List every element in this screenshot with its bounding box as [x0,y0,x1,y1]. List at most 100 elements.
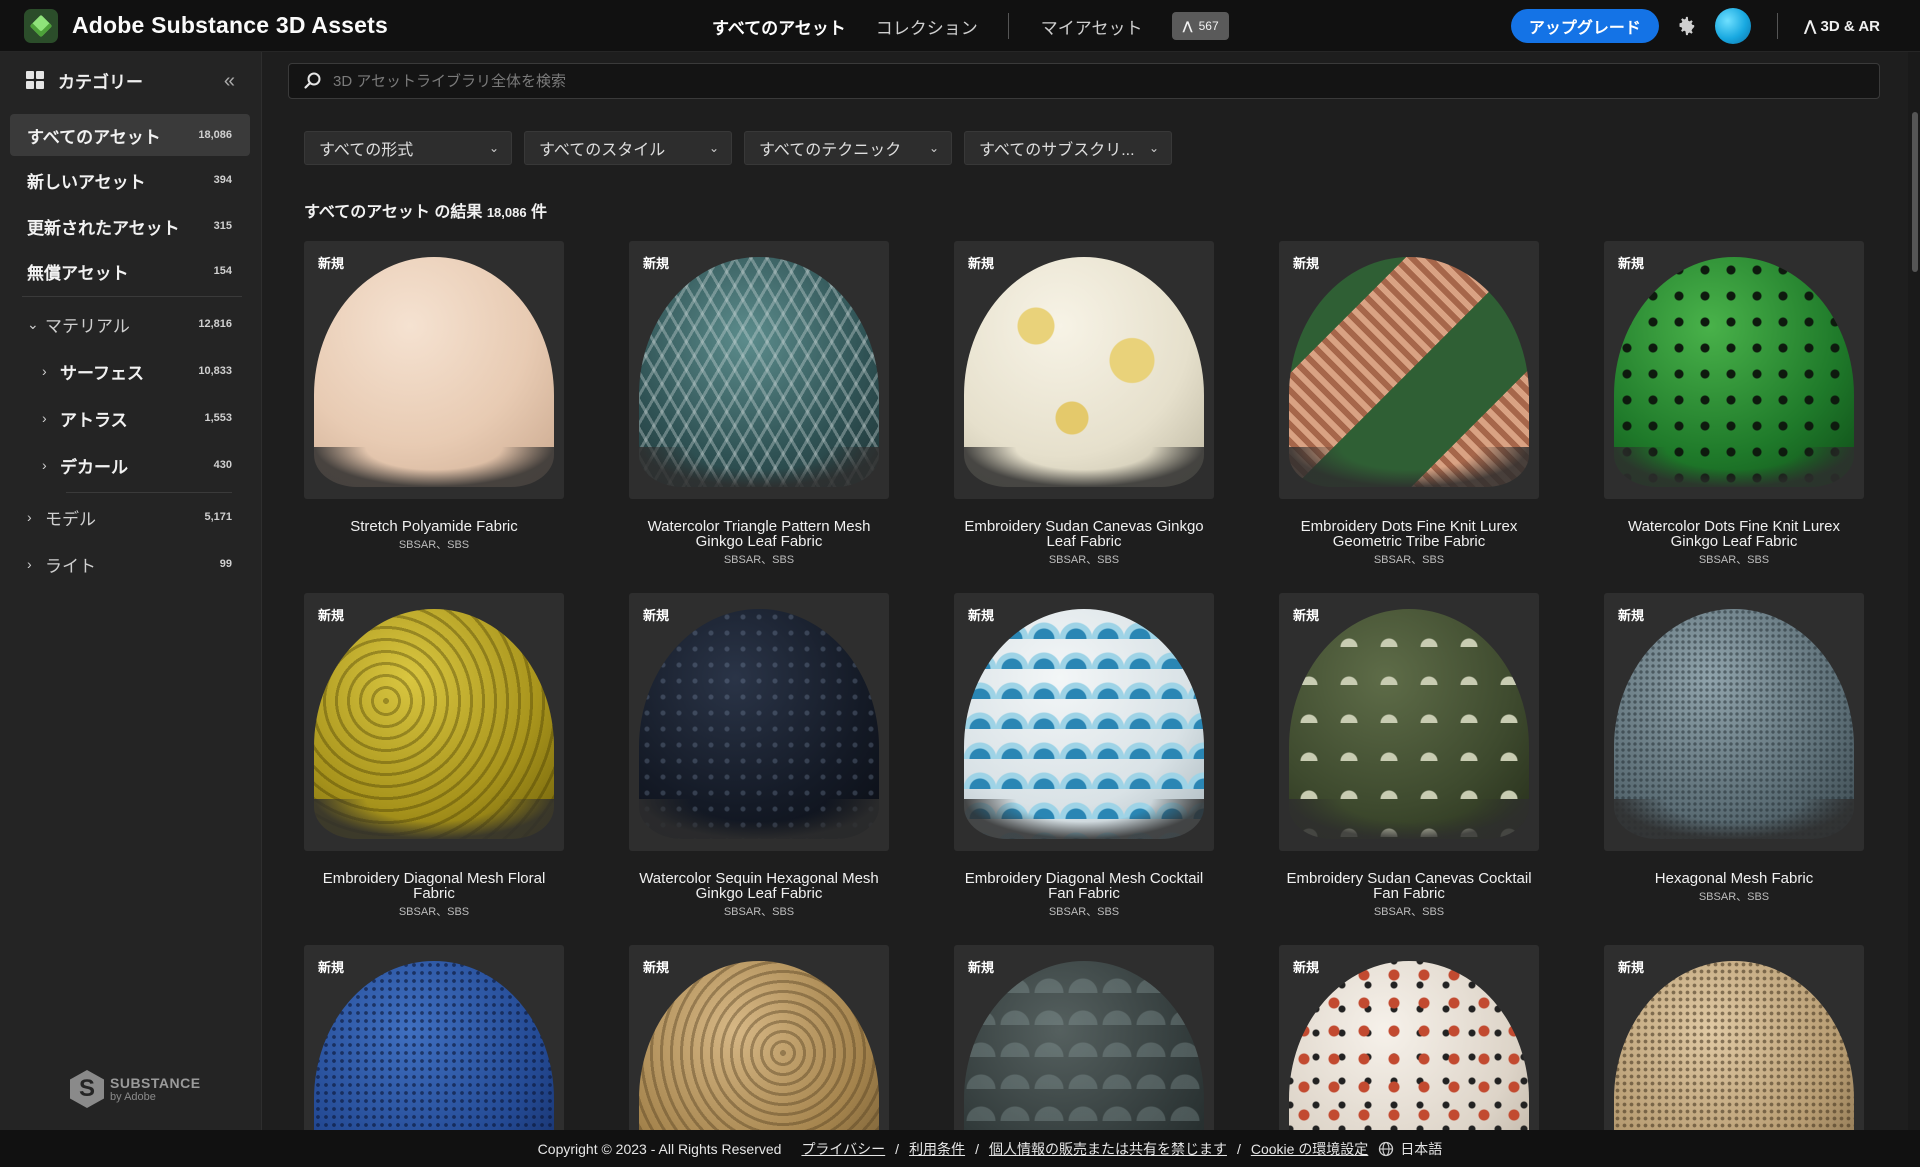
filter-subscription-dropdown[interactable]: すべてのサブスクリ... ⌄ [964,131,1172,165]
new-badge: 新規 [968,256,995,271]
sidebar-item-materials[interactable]: ⌄ マテリアル 12,816 [10,303,250,345]
asset-title[interactable]: Embroidery Diagonal Mesh Cocktail Fan Fa… [954,871,1214,901]
collapse-sidebar-icon[interactable]: « [224,70,235,93]
asset-thumbnail[interactable]: 新規 [954,593,1214,851]
user-avatar[interactable] [1714,8,1751,44]
fabric-preview-image [964,257,1204,487]
sidebar-item-atlases[interactable]: › アトラス 1,553 [10,397,250,439]
asset-card[interactable]: 新規 Hexagonal Mesh Fabric SBSAR、SBS [1604,593,1864,904]
new-badge: 新規 [318,608,345,623]
filter-technique-dropdown[interactable]: すべてのテクニック ⌄ [744,131,952,165]
asset-title[interactable]: Embroidery Sudan Canevas Cocktail Fan Fa… [1279,871,1539,901]
filter-format-dropdown[interactable]: すべての形式 ⌄ [304,131,512,165]
sidebar-divider [66,492,232,493]
sidebar-header: カテゴリー « [0,52,261,108]
logo-text: SUBSTANCE [110,1075,201,1091]
footer: Copyright © 2023 - All Rights Reserved プ… [0,1130,1920,1167]
fabric-preview-image [1289,609,1529,839]
asset-title[interactable]: Embroidery Sudan Canevas Ginkgo Leaf Fab… [954,519,1214,549]
sidebar-item-free-assets[interactable]: 無償アセット 154 [10,250,250,292]
asset-thumbnail[interactable]: 新規 [629,241,889,499]
asset-formats: SBSAR、SBS [398,539,470,551]
asset-thumbnail[interactable]: 新規 [1279,593,1539,851]
scrollbar-track[interactable] [1908,52,1920,1130]
asset-card[interactable]: 新規 Stretch Polyamide Fabric SBSAR、SBS [304,241,564,552]
cookie-preferences-link[interactable]: Cookie の環境設定 [1251,1139,1368,1159]
language-selector[interactable]: 日本語 [1400,1139,1442,1159]
substance-s-icon [70,1070,104,1108]
sidebar-item-updated-assets[interactable]: 更新されたアセット 315 [10,205,250,247]
search-input[interactable] [333,66,1879,96]
filter-label: すべての形式 [319,142,414,159]
asset-card[interactable]: 新規 Embroidery Diagonal Mesh Cocktail Fan … [954,593,1214,919]
asset-title[interactable]: Watercolor Sequin Hexagonal Mesh Ginkgo … [629,871,889,901]
sidebar-item-models[interactable]: › モデル 5,171 [10,496,250,538]
do-not-sell-link[interactable]: 個人情報の販売または共有を禁じます [989,1139,1227,1159]
asset-card[interactable]: 新規 Embroidery Dots Fine Knit Lurex Geomet… [1279,241,1539,567]
asset-card[interactable]: 新規 Watercolor Sequin Hexagonal Mesh Ginkg… [629,593,889,919]
filter-style-dropdown[interactable]: すべてのスタイル ⌄ [524,131,732,165]
sidebar-item-decals[interactable]: › デカール 430 [10,444,250,486]
nav-all-assets[interactable]: すべてのアセット [712,14,846,39]
asset-card[interactable]: 新規 Embroidery Sudan Canevas Cocktail Fan … [1279,593,1539,919]
sidebar-item-count: 1,553 [204,412,232,424]
sidebar-item-new-assets[interactable]: 新しいアセット 394 [10,159,250,201]
asset-thumbnail[interactable]: 新規 [954,241,1214,499]
asset-card[interactable]: 新規 Embroidery Sudan Canevas Ginkgo Leaf F… [954,241,1214,567]
asset-title[interactable]: Watercolor Dots Fine Knit Lurex Ginkgo L… [1604,519,1864,549]
sidebar-item-label: デカール [60,457,128,477]
search-bar [288,63,1880,99]
sidebar-item-label: すべてのアセット [27,127,161,147]
asset-thumbnail[interactable]: 新規 [1604,241,1864,499]
brand[interactable]: Adobe Substance 3D Assets [24,8,624,43]
sidebar-item-label: アトラス [60,410,128,430]
top-nav: すべてのアセット コレクション マイアセット ⋀ 567 [712,0,1229,52]
asset-formats: SBSAR、SBS [1698,554,1770,566]
nav-my-assets[interactable]: マイアセット [1041,14,1143,39]
asset-formats: SBSAR、SBS [1373,554,1445,566]
asset-card[interactable]: 新規 Watercolor Triangle Pattern Mesh Ginkg… [629,241,889,567]
3d-ar-link[interactable]: ⋀ 3D & AR [1804,17,1880,36]
asset-card[interactable]: 新規 Watercolor Dots Fine Knit Lurex Ginkgo… [1604,241,1864,567]
fabric-preview-image [314,609,554,839]
scrollbar-thumb[interactable] [1912,112,1918,272]
sidebar-title: カテゴリー [58,72,143,92]
credits-badge[interactable]: ⋀ 567 [1172,12,1229,40]
gear-icon[interactable] [1675,15,1697,37]
new-badge: 新規 [1618,256,1645,271]
nav-collections[interactable]: コレクション [876,14,978,39]
results-count: 18,086 [486,205,527,220]
asset-thumbnail[interactable]: 新規 [304,593,564,851]
results-prefix: すべてのアセット の結果 [304,204,483,221]
asset-card[interactable]: 新規 Embroidery Diagonal Mesh Floral Fabric… [304,593,564,919]
sidebar-item-label: 無償アセット [27,263,129,283]
new-badge: 新規 [1293,960,1320,975]
asset-thumbnail[interactable]: 新規 [304,241,564,499]
upgrade-button[interactable]: アップグレード [1510,9,1659,43]
sidebar-item-lights[interactable]: › ライト 99 [10,543,250,585]
asset-title[interactable]: Embroidery Diagonal Mesh Floral Fabric [304,871,564,901]
asset-title[interactable]: Hexagonal Mesh Fabric [1604,871,1864,886]
sidebar-item-label: モデル [45,509,96,529]
new-badge: 新規 [318,960,345,975]
sidebar-item-surfaces[interactable]: › サーフェス 10,833 [10,350,250,392]
asset-thumbnail[interactable]: 新規 [1279,241,1539,499]
asset-thumbnail[interactable]: 新規 [1604,593,1864,851]
asset-title[interactable]: Embroidery Dots Fine Knit Lurex Geometri… [1279,519,1539,549]
privacy-link[interactable]: プライバシー [801,1139,885,1159]
credits-count: 567 [1198,19,1219,33]
asset-formats: SBSAR、SBS [1698,891,1770,903]
sidebar-item-all-assets[interactable]: すべてのアセット 18,086 [10,114,250,156]
asset-thumbnail[interactable]: 新規 [629,593,889,851]
adobe-icon: ⋀ [1182,19,1193,33]
terms-link[interactable]: 利用条件 [909,1139,965,1159]
filter-row: すべての形式 ⌄ すべてのスタイル ⌄ すべてのテクニック ⌄ すべてのサブスク… [304,131,1172,165]
filter-label: すべてのテクニック [759,142,902,159]
asset-title[interactable]: Stretch Polyamide Fabric [304,519,564,534]
asset-formats: SBSAR、SBS [1048,554,1120,566]
asset-formats: SBSAR、SBS [1373,906,1445,918]
asset-title[interactable]: Watercolor Triangle Pattern Mesh Ginkgo … [629,519,889,549]
sidebar-item-label: サーフェス [60,363,144,383]
fabric-preview-image [639,257,879,487]
sidebar-item-label: 更新されたアセット [27,218,180,238]
